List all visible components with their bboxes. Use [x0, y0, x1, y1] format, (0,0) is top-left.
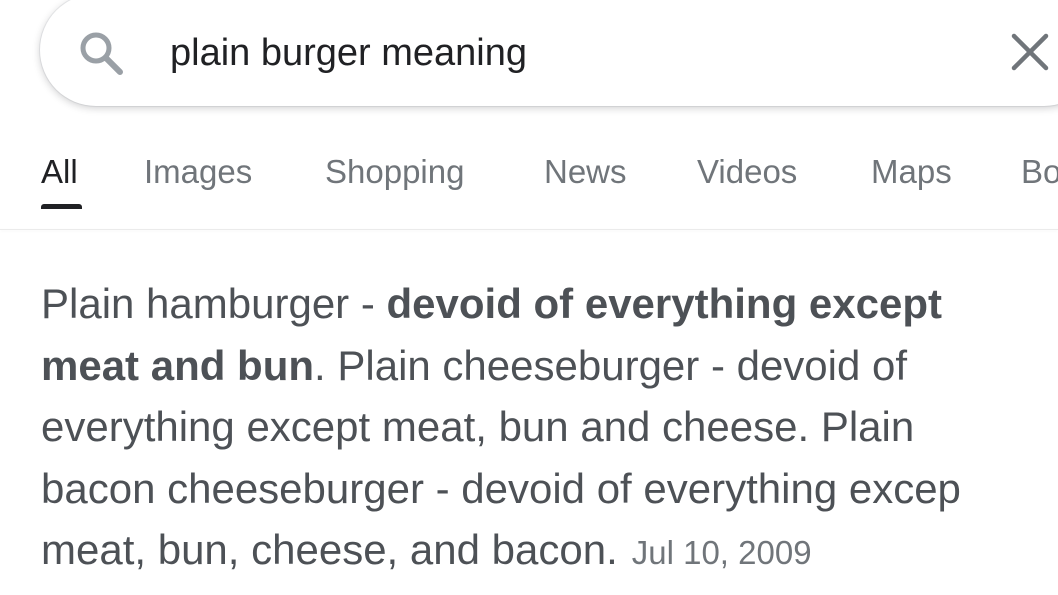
snippet-line-5: meat, bun, cheese, and bacon. Jul 10, 200… [41, 519, 1058, 584]
search-tabs: All Images Shopping News Videos Maps Bo [0, 140, 1058, 212]
snippet-line-3: everything except meat, bun and cheese. … [41, 403, 915, 450]
snippet-text: Plain hamburger - [41, 280, 387, 327]
snippet-line-2: meat and bun. Plain cheeseburger - devoi… [41, 335, 1058, 397]
snippet-date: Jul 10, 2009 [631, 534, 812, 571]
tab-all[interactable]: All [41, 152, 78, 192]
snippet-highlight: devoid of everything except [386, 280, 942, 327]
snippet-line-4: bacon cheeseburger - devoid of everythin… [41, 464, 961, 512]
divider [0, 229, 1058, 230]
tab-videos[interactable]: Videos [697, 152, 797, 192]
search-input[interactable]: plain burger meaning [170, 26, 527, 80]
tab-maps[interactable]: Maps [871, 152, 952, 192]
snippet-text: . Plain cheeseburger - devoid of [314, 341, 908, 389]
tab-shopping[interactable]: Shopping [325, 152, 464, 192]
active-tab-indicator [41, 204, 82, 209]
tab-books[interactable]: Bo [1021, 152, 1058, 192]
close-icon[interactable] [1008, 30, 1052, 74]
snippet-highlight: meat and bun [41, 341, 315, 389]
snippet-text: meat, bun, cheese, and bacon. [41, 526, 618, 573]
tab-images[interactable]: Images [144, 152, 252, 192]
tab-news[interactable]: News [544, 152, 627, 192]
featured-snippet: Plain hamburger - devoid of everything e… [41, 273, 1058, 584]
search-icon[interactable] [76, 28, 126, 78]
snippet-line-1: Plain hamburger - devoid of everything e… [41, 273, 1058, 335]
